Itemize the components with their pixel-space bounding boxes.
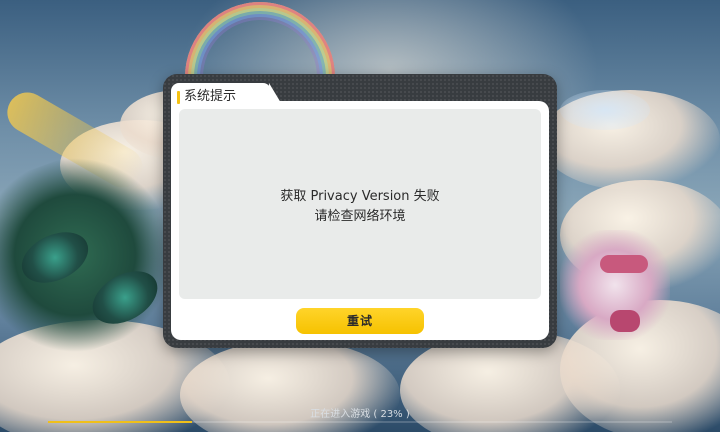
retry-button[interactable]: 重试 <box>296 308 424 334</box>
dialog-title: 系统提示 <box>184 89 237 104</box>
cloud <box>560 180 720 290</box>
jet-right-top <box>560 90 650 130</box>
title-marker-icon <box>177 91 180 104</box>
error-hint: 请检查网络环境 <box>314 209 406 224</box>
loading-progress-fill <box>48 421 192 423</box>
loading-progress-bar <box>48 421 672 423</box>
jet-right-engine-pod <box>610 310 640 332</box>
loading-status-text: 正在进入游戏 ( 23% ) <box>310 409 410 420</box>
jet-left-wing <box>0 85 150 195</box>
message-panel: 获取 Privacy Version 失败 请检查网络环境 <box>179 109 541 299</box>
system-dialog: 系统提示 获取 Privacy Version 失败 请检查网络环境 重试 <box>163 74 557 348</box>
jet-left-engine-pod <box>13 222 97 293</box>
jet-right <box>560 230 670 340</box>
jet-left-engine-pod <box>83 260 167 335</box>
error-message: 获取 Privacy Version 失败 <box>280 189 440 204</box>
game-loading-screen: 系统提示 获取 Privacy Version 失败 请检查网络环境 重试 正在… <box>0 0 720 432</box>
jet-right-engine-pod <box>600 255 648 273</box>
cloud <box>540 90 720 190</box>
